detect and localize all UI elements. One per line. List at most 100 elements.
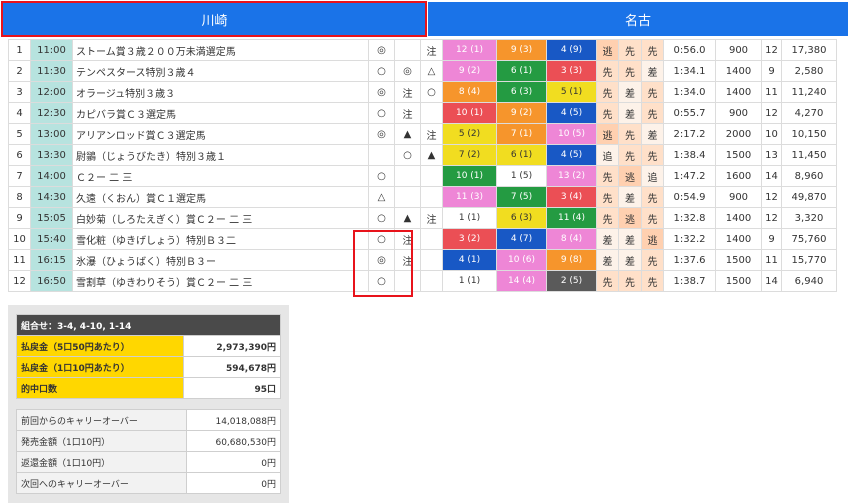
running-style-2: 差 [618, 249, 642, 271]
mark-3: △ [420, 60, 443, 82]
race-row[interactable]: 3 12:00 オラージュ特別３歳３ ◎ 注 ○ 8 (4) 6 (3) 5 (1) 先差先 1:3… [8, 81, 837, 103]
race-payout: 11,450 [781, 144, 837, 166]
mark-1: ○ [368, 270, 395, 292]
mark-3 [420, 102, 443, 124]
race-name: Ｃ２ー 二 三 [72, 165, 369, 187]
race-result-time: 0:55.7 [663, 102, 716, 124]
mark-1: ○ [368, 165, 395, 187]
running-style-2: 差 [618, 81, 642, 103]
mark-1: ◎ [368, 249, 395, 271]
race-number: 10 [8, 228, 31, 250]
mark-3: 注 [420, 207, 443, 229]
bracket-2: 4 (7) [496, 228, 547, 250]
race-payout: 4,270 [781, 102, 837, 124]
race-name: 雪化粧（ゆきげしょう）特別Ｂ３二 [72, 228, 369, 250]
race-row[interactable]: 1 11:00 ストーム賞３歳２００万未満選定馬 ◎ 注 12 (1) 9 (3) 4 (9)… [8, 39, 837, 61]
mark-3: 注 [420, 39, 443, 61]
bracket-2: 6 (3) [496, 81, 547, 103]
combination-header: 組合せ：3-4, 4-10, 1-14 [16, 314, 281, 336]
running-style-1: 逃 [596, 39, 619, 61]
running-style-2: 差 [618, 102, 642, 124]
race-result-time: 0:56.0 [663, 39, 716, 61]
running-style-3: 先 [641, 186, 664, 208]
bracket-3: 10 (5) [546, 123, 597, 145]
mark-2: 注 [394, 102, 421, 124]
bracket-3: 4 (9) [546, 39, 597, 61]
mark-3 [420, 249, 443, 271]
race-number: 1 [8, 39, 31, 61]
tab-kawasaki[interactable]: 川崎 [2, 2, 427, 36]
running-style-1: 差 [596, 249, 619, 271]
race-row[interactable]: 11 16:15 氷瀑（ひょうばく）特別Ｂ３ー ◎ 注 4 (1) 10 (6) 9 (8) 差… [8, 249, 837, 271]
bracket-1: 1 (1) [442, 270, 497, 292]
mark-2: ▲ [394, 123, 421, 145]
race-payout: 10,150 [781, 123, 837, 145]
payout-table: 組合せ：3-4, 4-10, 1-14 払戻金（5口50円あたり） 2,973,3… [16, 314, 282, 399]
race-result-time: 2:17.2 [663, 123, 716, 145]
running-style-3: 差 [641, 123, 664, 145]
race-distance: 1600 [715, 165, 762, 187]
refund-label: 返還金額（1口10円） [15, 451, 188, 473]
mark-2: ○ [394, 144, 421, 166]
race-row[interactable]: 2 11:30 テンペスタース特別３歳４ ○ ◎ △ 9 (2) 6 (1) 3 (3) 先先差 1… [8, 60, 837, 82]
race-row[interactable]: 12 16:50 雪割草（ゆきわりそう）賞Ｃ２ー 二 三 ○ 1 (1) 14 (4) 2 … [8, 270, 837, 292]
race-heads: 10 [761, 123, 782, 145]
race-distance: 1500 [715, 270, 762, 292]
running-style-1: 先 [596, 207, 619, 229]
race-row[interactable]: 10 15:40 雪化粧（ゆきげしょう）特別Ｂ３二 ○ 注 3 (2) 4 (7) 8 (4)… [8, 228, 837, 250]
hits-value: 95口 [182, 377, 282, 399]
bracket-1: 3 (2) [442, 228, 497, 250]
carry-next-label: 次回へのキャリーオーバー [15, 472, 188, 494]
race-result-time: 1:32.8 [663, 207, 716, 229]
bracket-3: 5 (1) [546, 81, 597, 103]
running-style-2: 先 [618, 123, 642, 145]
race-name: カピバラ賞Ｃ３選定馬 [72, 102, 369, 124]
payout-5-value: 2,973,390円 [182, 335, 282, 357]
running-style-1: 先 [596, 165, 619, 187]
race-heads: 14 [761, 165, 782, 187]
running-style-1: 先 [596, 60, 619, 82]
race-row[interactable]: 4 12:30 カピバラ賞Ｃ３選定馬 ○ 注 10 (1) 9 (2) 4 (5) 先差先 0:5… [8, 102, 837, 124]
race-distance: 1400 [715, 81, 762, 103]
race-heads: 12 [761, 102, 782, 124]
race-row[interactable]: 8 14:30 久遠（くおん）賞Ｃ１選定馬 △ 11 (3) 7 (5) 3 (4) 先差先 0… [8, 186, 837, 208]
race-row[interactable]: 6 13:30 尉鶲（じょうびたき）特別３歳１ ○ ▲ 7 (2) 6 (1) 4 (5) 追先… [8, 144, 837, 166]
running-style-1: 先 [596, 102, 619, 124]
race-payout: 3,320 [781, 207, 837, 229]
carry-prev-value: 14,018,088円 [186, 409, 281, 431]
carry-prev-label: 前回からのキャリーオーバー [15, 409, 188, 431]
bracket-2: 6 (1) [496, 60, 547, 82]
payout-1-value: 594,678円 [182, 356, 282, 378]
race-payout: 11,240 [781, 81, 837, 103]
race-row[interactable]: 9 15:05 白妙菊（しろたえぎく）賞Ｃ２ー 二 三 ○ ▲ 注 1 (1) 6 (3) 11… [8, 207, 837, 229]
mark-2 [394, 39, 421, 61]
mark-3 [420, 165, 443, 187]
race-row[interactable]: 5 13:00 アリアンロッド賞Ｃ３選定馬 ◎ ▲ 注 5 (2) 7 (1) 10 (5) 逃先… [8, 123, 837, 145]
race-name: アリアンロッド賞Ｃ３選定馬 [72, 123, 369, 145]
mark-2: 注 [394, 249, 421, 271]
running-style-3: 先 [641, 207, 664, 229]
race-heads: 9 [761, 60, 782, 82]
mark-2 [394, 270, 421, 292]
bracket-1: 4 (1) [442, 249, 497, 271]
mark-3: 注 [420, 123, 443, 145]
race-distance: 1500 [715, 249, 762, 271]
race-result-time: 1:38.7 [663, 270, 716, 292]
hits-label: 的中口数 [16, 377, 184, 399]
race-heads: 11 [761, 249, 782, 271]
race-heads: 14 [761, 270, 782, 292]
race-result-time: 0:54.9 [663, 186, 716, 208]
race-payout: 49,870 [781, 186, 837, 208]
bracket-3: 3 (4) [546, 186, 597, 208]
race-result-time: 1:34.0 [663, 81, 716, 103]
race-row[interactable]: 7 14:00 Ｃ２ー 二 三 ○ 10 (1) 1 (5) 13 (2) 先逃追 1:47.2… [8, 165, 837, 187]
payout-1-label: 払戻金（1口10円あたり） [16, 356, 184, 378]
bracket-3: 3 (3) [546, 60, 597, 82]
running-style-3: 逃 [641, 228, 664, 250]
race-result-time: 1:32.2 [663, 228, 716, 250]
tab-nagoya[interactable]: 名古 [428, 2, 848, 36]
race-heads: 12 [761, 39, 782, 61]
mark-1: ○ [368, 228, 395, 250]
mark-1: ○ [368, 102, 395, 124]
race-number: 2 [8, 60, 31, 82]
